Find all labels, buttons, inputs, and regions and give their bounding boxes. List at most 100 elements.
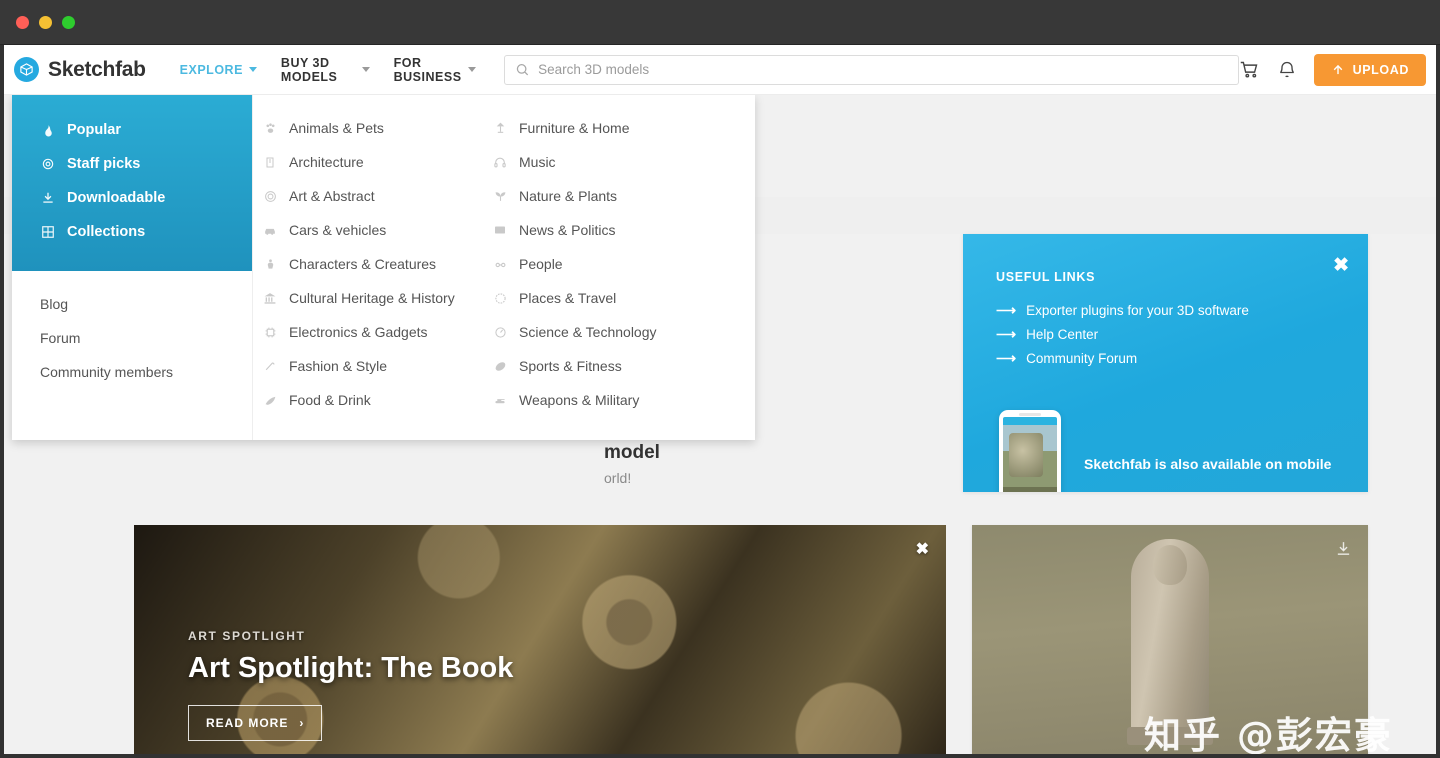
useful-link-community-forum[interactable]: ⟶ Community Forum [996,346,1368,370]
sketchfab-logo-icon [14,57,39,82]
useful-link-help-center[interactable]: ⟶ Help Center [996,322,1368,346]
category-label: Furniture & Home [519,120,630,136]
category-label: Sports & Fitness [519,358,622,374]
useful-links-panel: ✖ USEFUL LINKS ⟶ Exporter plugins for yo… [963,234,1368,492]
category-label: Cultural Heritage & History [289,290,455,306]
useful-link-exporter-plugins[interactable]: ⟶ Exporter plugins for your 3D software [996,298,1368,322]
category-cars-and-vehicles[interactable]: Cars & vehicles [262,213,492,247]
building-icon [262,156,278,169]
food-icon [262,394,278,407]
page-viewport: Sketchfab EXPLORE BUY 3D MODELS FOR BUSI… [4,45,1436,754]
category-column-two: Furniture & Home Music Nature & Plants N… [492,111,722,440]
read-more-button[interactable]: READ MORE › [188,705,323,741]
plant-icon [492,189,508,203]
category-fashion-and-style[interactable]: Fashion & Style [262,349,492,383]
category-animals-and-pets[interactable]: Animals & Pets [262,111,492,145]
sidebar-item-label: Popular [67,122,121,138]
category-label: Cars & vehicles [289,222,387,238]
category-food-and-drink[interactable]: Food & Drink [262,383,492,417]
upload-button[interactable]: UPLOAD [1313,53,1426,86]
mega-menu-sidebar-primary: Popular Staff picks Downloadable Collect… [12,95,252,271]
category-art-and-abstract[interactable]: Art & Abstract [262,179,492,213]
cart-icon[interactable] [1239,59,1260,80]
category-electronics-and-gadgets[interactable]: Electronics & Gadgets [262,315,492,349]
category-architecture[interactable]: Architecture [262,145,492,179]
maximize-window-button[interactable] [62,16,75,29]
model-card[interactable]: Statue, Neo-Assyrian, Temple of Na... 12… [972,525,1368,754]
nav-item-explore-label: EXPLORE [179,62,243,77]
nav-item-for-business[interactable]: FOR BUSINESS [382,45,488,95]
art-spotlight-card[interactable]: ✖ ART SPOTLIGHT Art Spotlight: The Book … [134,525,946,754]
category-nature-and-plants[interactable]: Nature & Plants [492,179,722,213]
top-navigation-bar: Sketchfab EXPLORE BUY 3D MODELS FOR BUSI… [4,45,1436,95]
category-label: Animals & Pets [289,120,384,136]
sidebar-item-collections[interactable]: Collections [12,215,252,249]
download-icon[interactable] [1335,540,1352,562]
chevron-right-icon: › [299,716,305,730]
nav-item-buy-3d-models-label: BUY 3D MODELS [280,55,338,84]
grid-icon [40,225,56,239]
category-label: Architecture [289,154,364,170]
chevron-down-icon [467,67,476,72]
compass-icon [492,292,508,305]
category-places-and-travel[interactable]: Places & Travel [492,281,722,315]
category-furniture-and-home[interactable]: Furniture & Home [492,111,722,145]
glasses-icon [492,259,508,270]
nav-item-buy-3d-models[interactable]: BUY 3D MODELS [269,45,382,95]
phone-screen [1003,417,1057,492]
close-icon[interactable]: ✖ [916,542,929,558]
mobile-availability-text: Sketchfab is also available on mobile [1084,456,1332,472]
category-label: Science & Technology [519,324,657,340]
brand-name: Sketchfab [48,57,146,81]
category-weapons-and-military[interactable]: Weapons & Military [492,383,722,417]
bell-icon[interactable] [1277,60,1297,80]
search-box[interactable] [503,54,1239,85]
car-icon [262,224,278,237]
model-thumbnail-image [972,525,1368,754]
art-spotlight-title: Art Spotlight: The Book [188,652,514,684]
category-science-and-technology[interactable]: Science & Technology [492,315,722,349]
category-characters-and-creatures[interactable]: Characters & Creatures [262,247,492,281]
ball-icon [492,360,508,373]
sidebar-item-staff-picks[interactable]: Staff picks [12,147,252,181]
sidebar-item-label: Staff picks [67,156,141,172]
brand-logo[interactable]: Sketchfab [14,57,146,82]
obscured-sub: orld! [604,470,632,486]
sidebar-item-blog[interactable]: Blog [12,287,252,321]
read-more-label: READ MORE [206,716,289,730]
spiral-icon [262,190,278,203]
category-cultural-heritage-and-history[interactable]: Cultural Heritage & History [262,281,492,315]
category-news-and-politics[interactable]: News & Politics [492,213,722,247]
category-sports-and-fitness[interactable]: Sports & Fitness [492,349,722,383]
minimize-window-button[interactable] [39,16,52,29]
museum-icon [262,292,278,305]
sidebar-item-popular[interactable]: Popular [12,113,252,147]
search-input[interactable] [538,62,1228,77]
category-label: Food & Drink [289,392,371,408]
sidebar-item-forum[interactable]: Forum [12,321,252,355]
nav-item-for-business-label: FOR BUSINESS [393,55,462,84]
person-icon [262,257,278,271]
nav-item-explore[interactable]: EXPLORE [168,45,269,95]
window-titlebar [0,0,1440,45]
upload-button-label: UPLOAD [1352,62,1409,77]
close-window-button[interactable] [16,16,29,29]
flame-icon [40,123,56,138]
arrow-right-icon: ⟶ [996,325,1017,342]
sidebar-item-downloadable[interactable]: Downloadable [12,181,252,215]
mega-menu-categories: Animals & Pets Architecture Art & Abstra… [252,95,755,440]
gear-icon [40,157,56,171]
chevron-down-icon [361,67,370,72]
arrow-right-icon: ⟶ [996,301,1017,318]
category-label: Places & Travel [519,290,617,306]
useful-links-list: ⟶ Exporter plugins for your 3D software … [963,284,1368,370]
close-icon[interactable]: ✖ [1333,256,1349,275]
sidebar-item-community-members[interactable]: Community members [12,355,252,389]
headphones-icon [492,156,508,169]
category-label: People [519,256,563,272]
lamp-icon [492,121,508,135]
category-people[interactable]: People [492,247,722,281]
paw-icon [262,122,278,135]
category-music[interactable]: Music [492,145,722,179]
mega-menu-divider [252,95,253,440]
